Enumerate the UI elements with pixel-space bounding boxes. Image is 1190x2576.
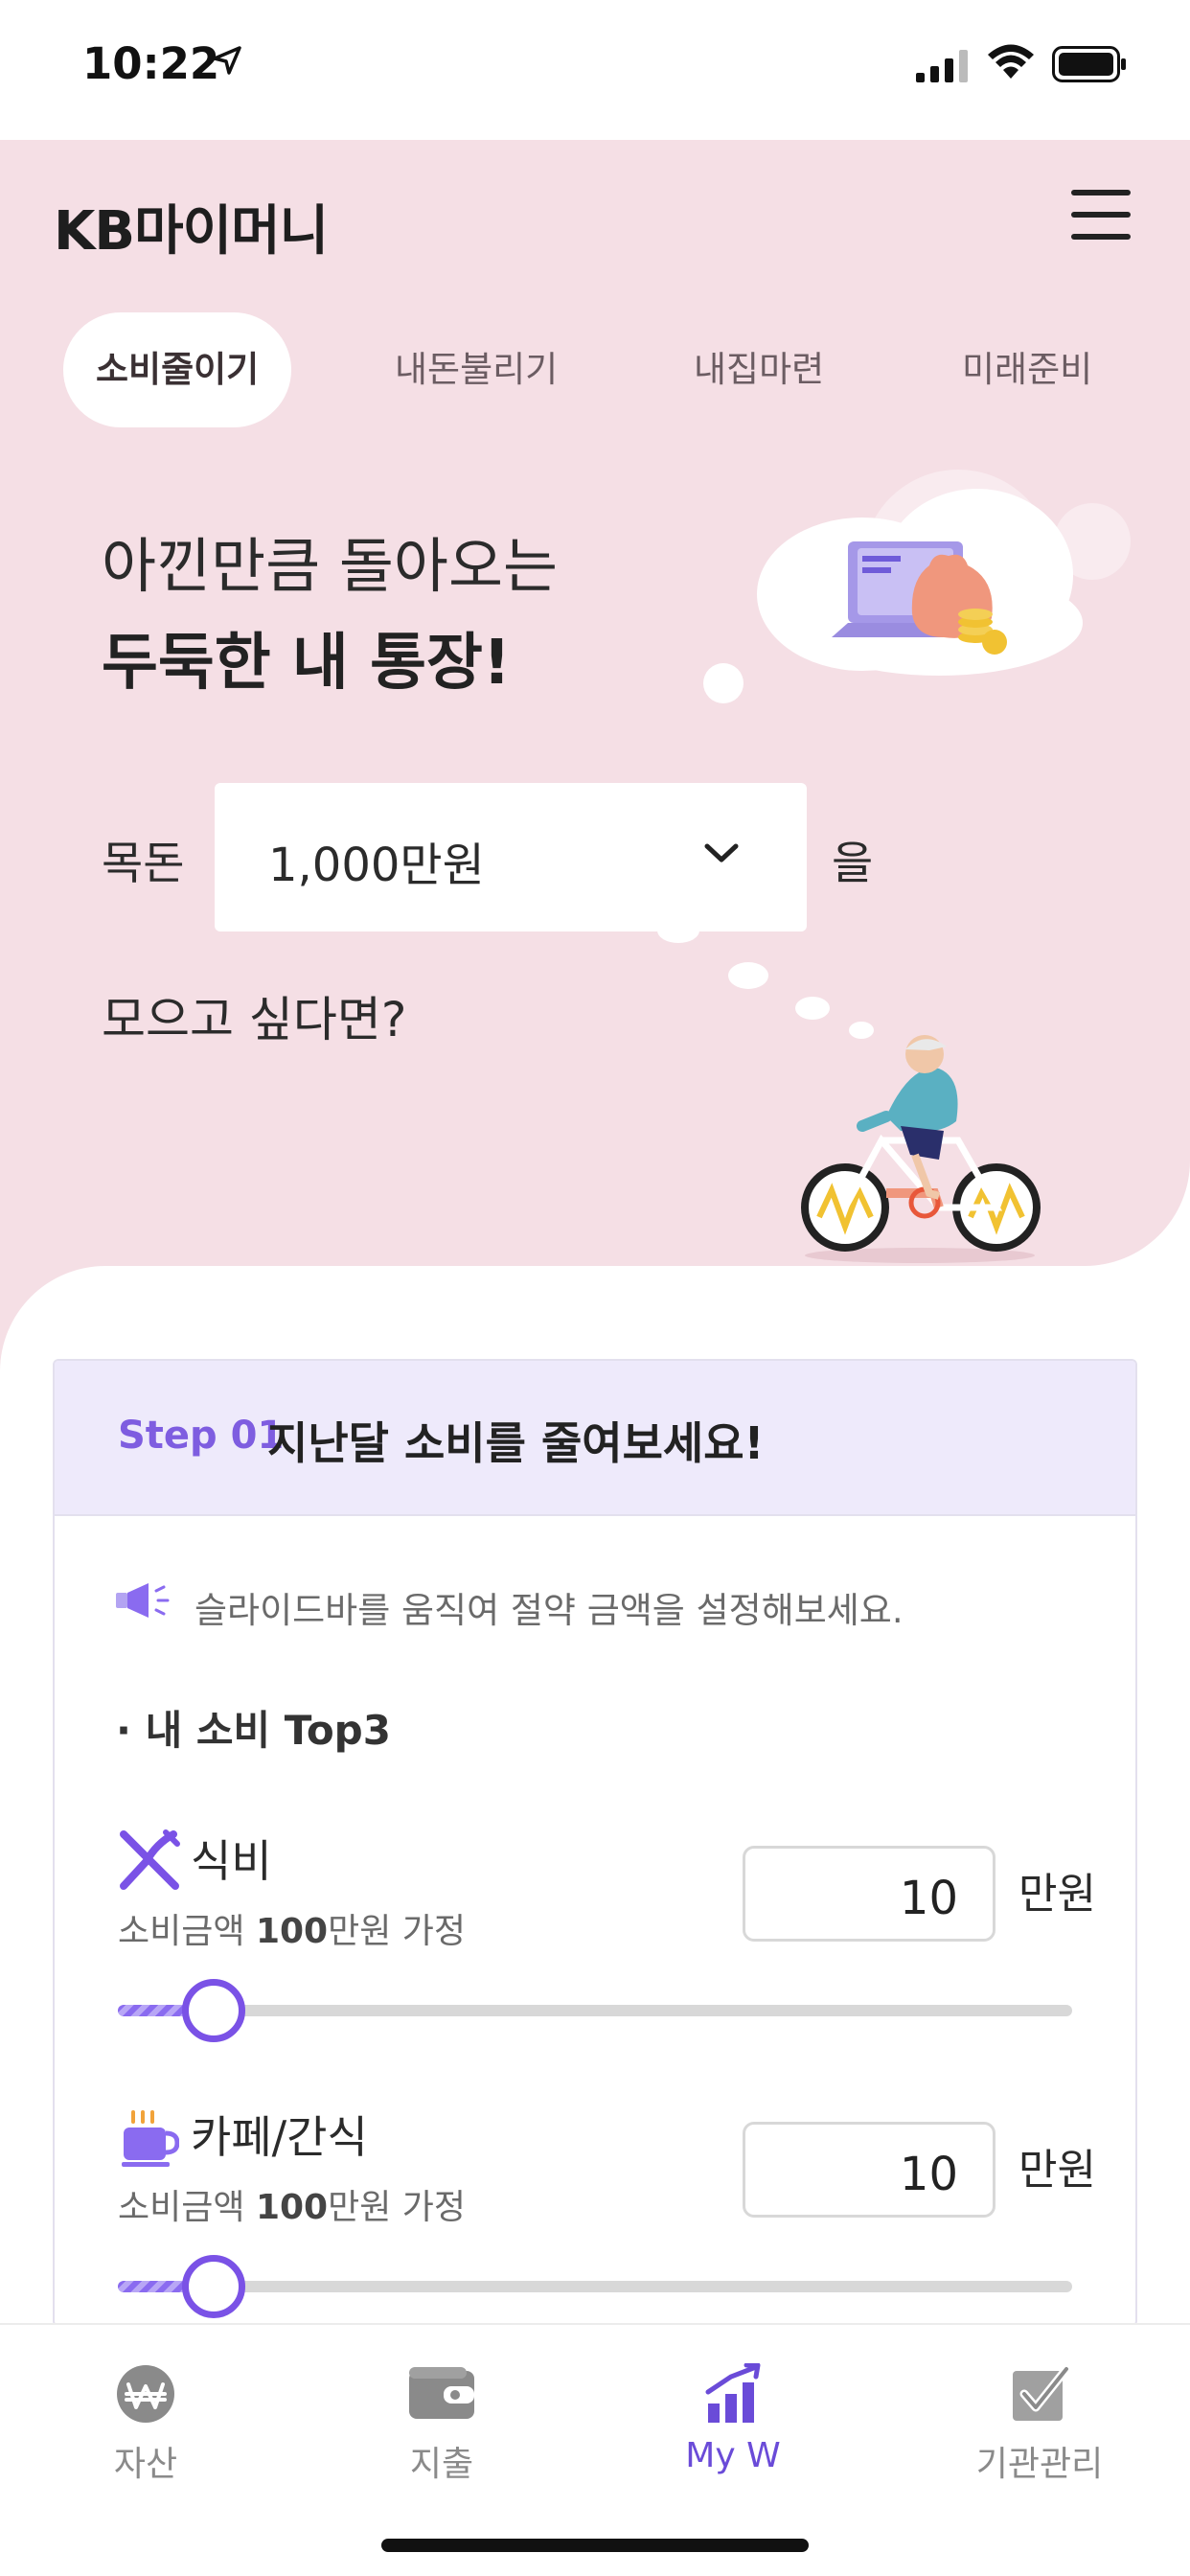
step-card: Step 01 지난달 소비를 줄여보세요! 슬라이드바를 움직여 절약 금액을… [53, 1359, 1137, 2327]
cellular-signal-icon [916, 50, 968, 82]
coffee-cup-icon [122, 2110, 179, 2167]
status-time: 10:22 [82, 38, 220, 89]
item-name: 식비 [191, 1835, 272, 1887]
location-arrow-icon [213, 46, 241, 75]
amount-unit: 만원 [1018, 1870, 1096, 1919]
step-number: Step 01 [118, 1414, 285, 1458]
slider-thumb[interactable] [181, 2255, 245, 2318]
goal-question: 모으고 싶다면? [102, 992, 407, 1047]
wifi-icon [988, 44, 1034, 79]
slider-track [118, 2281, 1072, 2292]
chart-up-icon [705, 2362, 761, 2423]
thought-bubble-dot [795, 997, 830, 1020]
goal-tabs: 소비줄이기 내돈불리기 내집마련 미래준비 [63, 312, 1146, 427]
checkbox-icon [1013, 2364, 1071, 2421]
goal-suffix: 을 [832, 838, 874, 890]
step-card-header: Step 01 지난달 소비를 줄여보세요! [55, 1361, 1135, 1516]
tab-buy-home[interactable]: 내집마련 [694, 312, 824, 427]
tab-reduce-spending[interactable]: 소비줄이기 [63, 312, 292, 427]
thought-bubble-dot [728, 962, 768, 989]
slider-track [118, 2005, 1072, 2016]
hero-headline-1: 아낀만큼 돌아오는 [102, 531, 559, 601]
nav-assets[interactable]: 자산 [50, 2363, 241, 2486]
top3-title: · 내 소비 Top3 [116, 1707, 391, 1754]
nav-institutions[interactable]: 기관관리 [944, 2363, 1135, 2486]
tab-future-prep[interactable]: 미래준비 [962, 312, 1092, 427]
cyclist-illustration [801, 1035, 1041, 1263]
battery-icon [1052, 46, 1126, 82]
cloud-savings-illustration [703, 470, 1131, 703]
step-title: 지난달 소비를 줄여보세요! [267, 1417, 765, 1469]
amount-input[interactable]: 10 [743, 2122, 995, 2218]
amount-unit: 만원 [1018, 2146, 1096, 2195]
wallet-icon [409, 2367, 474, 2419]
won-coin-icon [117, 2365, 174, 2423]
goal-amount-value: 1,000만원 [268, 839, 485, 892]
item-name: 카페/간식 [191, 2111, 368, 2163]
slider-thumb[interactable] [181, 1979, 245, 2042]
app-logo: KB마이머니 [54, 200, 329, 263]
goal-label: 목돈 [102, 838, 185, 890]
item-desc: 소비금액 100만원 가정 [118, 1912, 467, 1951]
fork-knife-icon [120, 1829, 180, 1890]
megaphone-icon [116, 1583, 170, 1618]
goal-amount-select[interactable]: 1,000만원 [215, 783, 807, 932]
hero-headline-2: 두둑한 내 통장! [102, 628, 512, 699]
chevron-down-icon [704, 843, 739, 862]
nav-spending[interactable]: 지출 [346, 2363, 538, 2486]
slider-notice: 슬라이드바를 움직여 절약 금액을 설정해보세요. [195, 1590, 904, 1631]
hamburger-menu-icon[interactable] [1071, 190, 1131, 240]
amount-input[interactable]: 10 [743, 1846, 995, 1942]
status-bar: 10:22 [0, 0, 1190, 140]
item-desc: 소비금액 100만원 가정 [118, 2188, 467, 2227]
nav-my-w[interactable]: My W [637, 2362, 829, 2475]
thought-bubble-dot [657, 918, 699, 943]
home-indicator [381, 2539, 809, 2552]
tab-grow-money[interactable]: 내돈불리기 [395, 312, 558, 427]
